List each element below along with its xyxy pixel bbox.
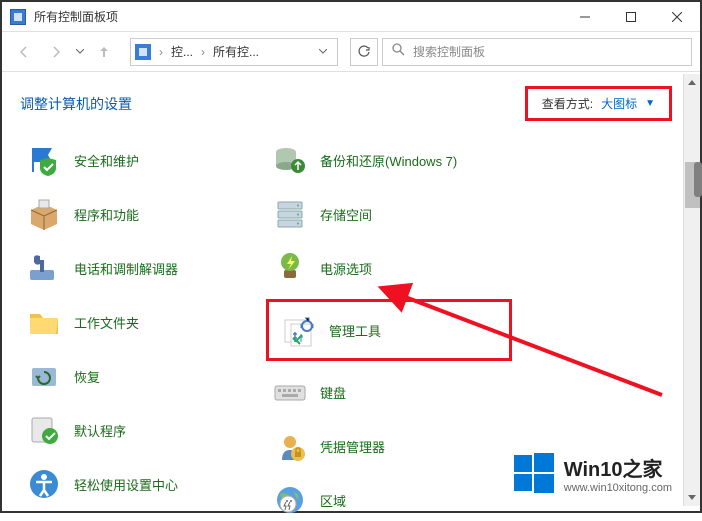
item-label: 键盘	[320, 383, 346, 402]
item-label: 备份和还原(Windows 7)	[320, 151, 457, 170]
box-icon	[26, 196, 62, 232]
default-programs-icon	[26, 412, 62, 448]
item-label: 恢复	[74, 367, 100, 386]
view-mode-selector[interactable]: 查看方式: 大图标 ▼	[525, 86, 672, 121]
control-panel-item[interactable]: 区域	[266, 477, 512, 521]
item-label: 存储空间	[320, 205, 372, 224]
control-panel-item[interactable]: 键盘	[266, 369, 512, 415]
control-panel-item[interactable]: 默认程序	[20, 407, 266, 453]
breadcrumb-seg[interactable]: 所有控...	[213, 43, 259, 60]
window-title: 所有控制面板项	[34, 8, 562, 25]
vertical-scrollbar[interactable]	[683, 74, 700, 506]
address-toolbar: › 控... › 所有控... 搜索控制面板	[2, 32, 700, 72]
search-icon	[391, 42, 405, 61]
item-label: 安全和维护	[74, 151, 139, 170]
power-icon	[272, 250, 308, 286]
credentials-icon	[272, 428, 308, 464]
search-placeholder: 搜索控制面板	[413, 43, 485, 60]
maximize-button[interactable]	[608, 2, 654, 32]
item-label: 电源选项	[320, 259, 372, 278]
view-value: 大图标	[601, 95, 637, 112]
item-label: 电话和调制解调器	[74, 259, 178, 278]
control-panel-item[interactable]: 任务栏和导航	[20, 515, 266, 521]
search-input[interactable]: 搜索控制面板	[382, 38, 692, 66]
flag-shield-icon	[26, 142, 62, 178]
control-panel-item[interactable]: 管理工具	[266, 299, 512, 361]
chevron-right-icon: ›	[201, 45, 205, 59]
item-label: 凭据管理器	[320, 437, 385, 456]
item-label: 工作文件夹	[74, 313, 139, 332]
scroll-up-button[interactable]	[684, 74, 700, 91]
up-button[interactable]	[90, 38, 118, 66]
ease-access-icon	[26, 466, 62, 502]
storage-icon	[272, 196, 308, 232]
refresh-button[interactable]	[350, 38, 378, 66]
items-panel: 安全和维护程序和功能电话和调制解调器工作文件夹恢复默认程序轻松使用设置中心任务栏…	[2, 131, 700, 521]
breadcrumb-seg[interactable]: 控...	[171, 43, 193, 60]
address-bar[interactable]: › 控... › 所有控...	[130, 38, 338, 66]
titlebar: 所有控制面板项	[2, 2, 700, 32]
admin-tools-icon	[281, 312, 317, 348]
control-panel-icon	[10, 9, 26, 25]
control-panel-item[interactable]: 存储空间	[266, 191, 512, 237]
content-header: 调整计算机的设置 查看方式: 大图标 ▼	[2, 72, 700, 131]
chevron-down-icon: ▼	[645, 98, 655, 109]
outer-scroll-thumb[interactable]	[694, 162, 702, 197]
back-button[interactable]	[10, 38, 38, 66]
backup-icon	[272, 142, 308, 178]
close-button[interactable]	[654, 2, 700, 32]
history-dropdown[interactable]	[74, 38, 86, 66]
page-title: 调整计算机的设置	[20, 94, 132, 114]
forward-button[interactable]	[42, 38, 70, 66]
item-label: 默认程序	[74, 421, 126, 440]
control-panel-item[interactable]: 安全和维护	[20, 137, 266, 183]
minimize-button[interactable]	[562, 2, 608, 32]
scroll-down-button[interactable]	[684, 489, 700, 506]
item-label: 管理工具	[329, 321, 381, 340]
item-label: 轻松使用设置中心	[74, 475, 178, 494]
folder-icon	[26, 304, 62, 340]
control-panel-item[interactable]: 电话和调制解调器	[20, 245, 266, 291]
control-panel-item[interactable]: 程序和功能	[20, 191, 266, 237]
control-panel-item[interactable]: 轻松使用设置中心	[20, 461, 266, 507]
address-dropdown[interactable]	[313, 49, 333, 54]
item-label: 区域	[320, 491, 346, 510]
keyboard-icon	[272, 374, 308, 410]
control-panel-item[interactable]: 备份和还原(Windows 7)	[266, 137, 512, 183]
control-panel-item[interactable]: 工作文件夹	[20, 299, 266, 345]
control-panel-item[interactable]: 恢复	[20, 353, 266, 399]
view-label: 查看方式:	[542, 95, 593, 112]
item-label: 程序和功能	[74, 205, 139, 224]
control-panel-icon	[135, 44, 151, 60]
window-controls	[562, 2, 700, 32]
chevron-right-icon: ›	[159, 45, 163, 59]
phone-modem-icon	[26, 250, 62, 286]
control-panel-item[interactable]: 凭据管理器	[266, 423, 512, 469]
control-panel-item[interactable]: 电源选项	[266, 245, 512, 291]
recovery-icon	[26, 358, 62, 394]
